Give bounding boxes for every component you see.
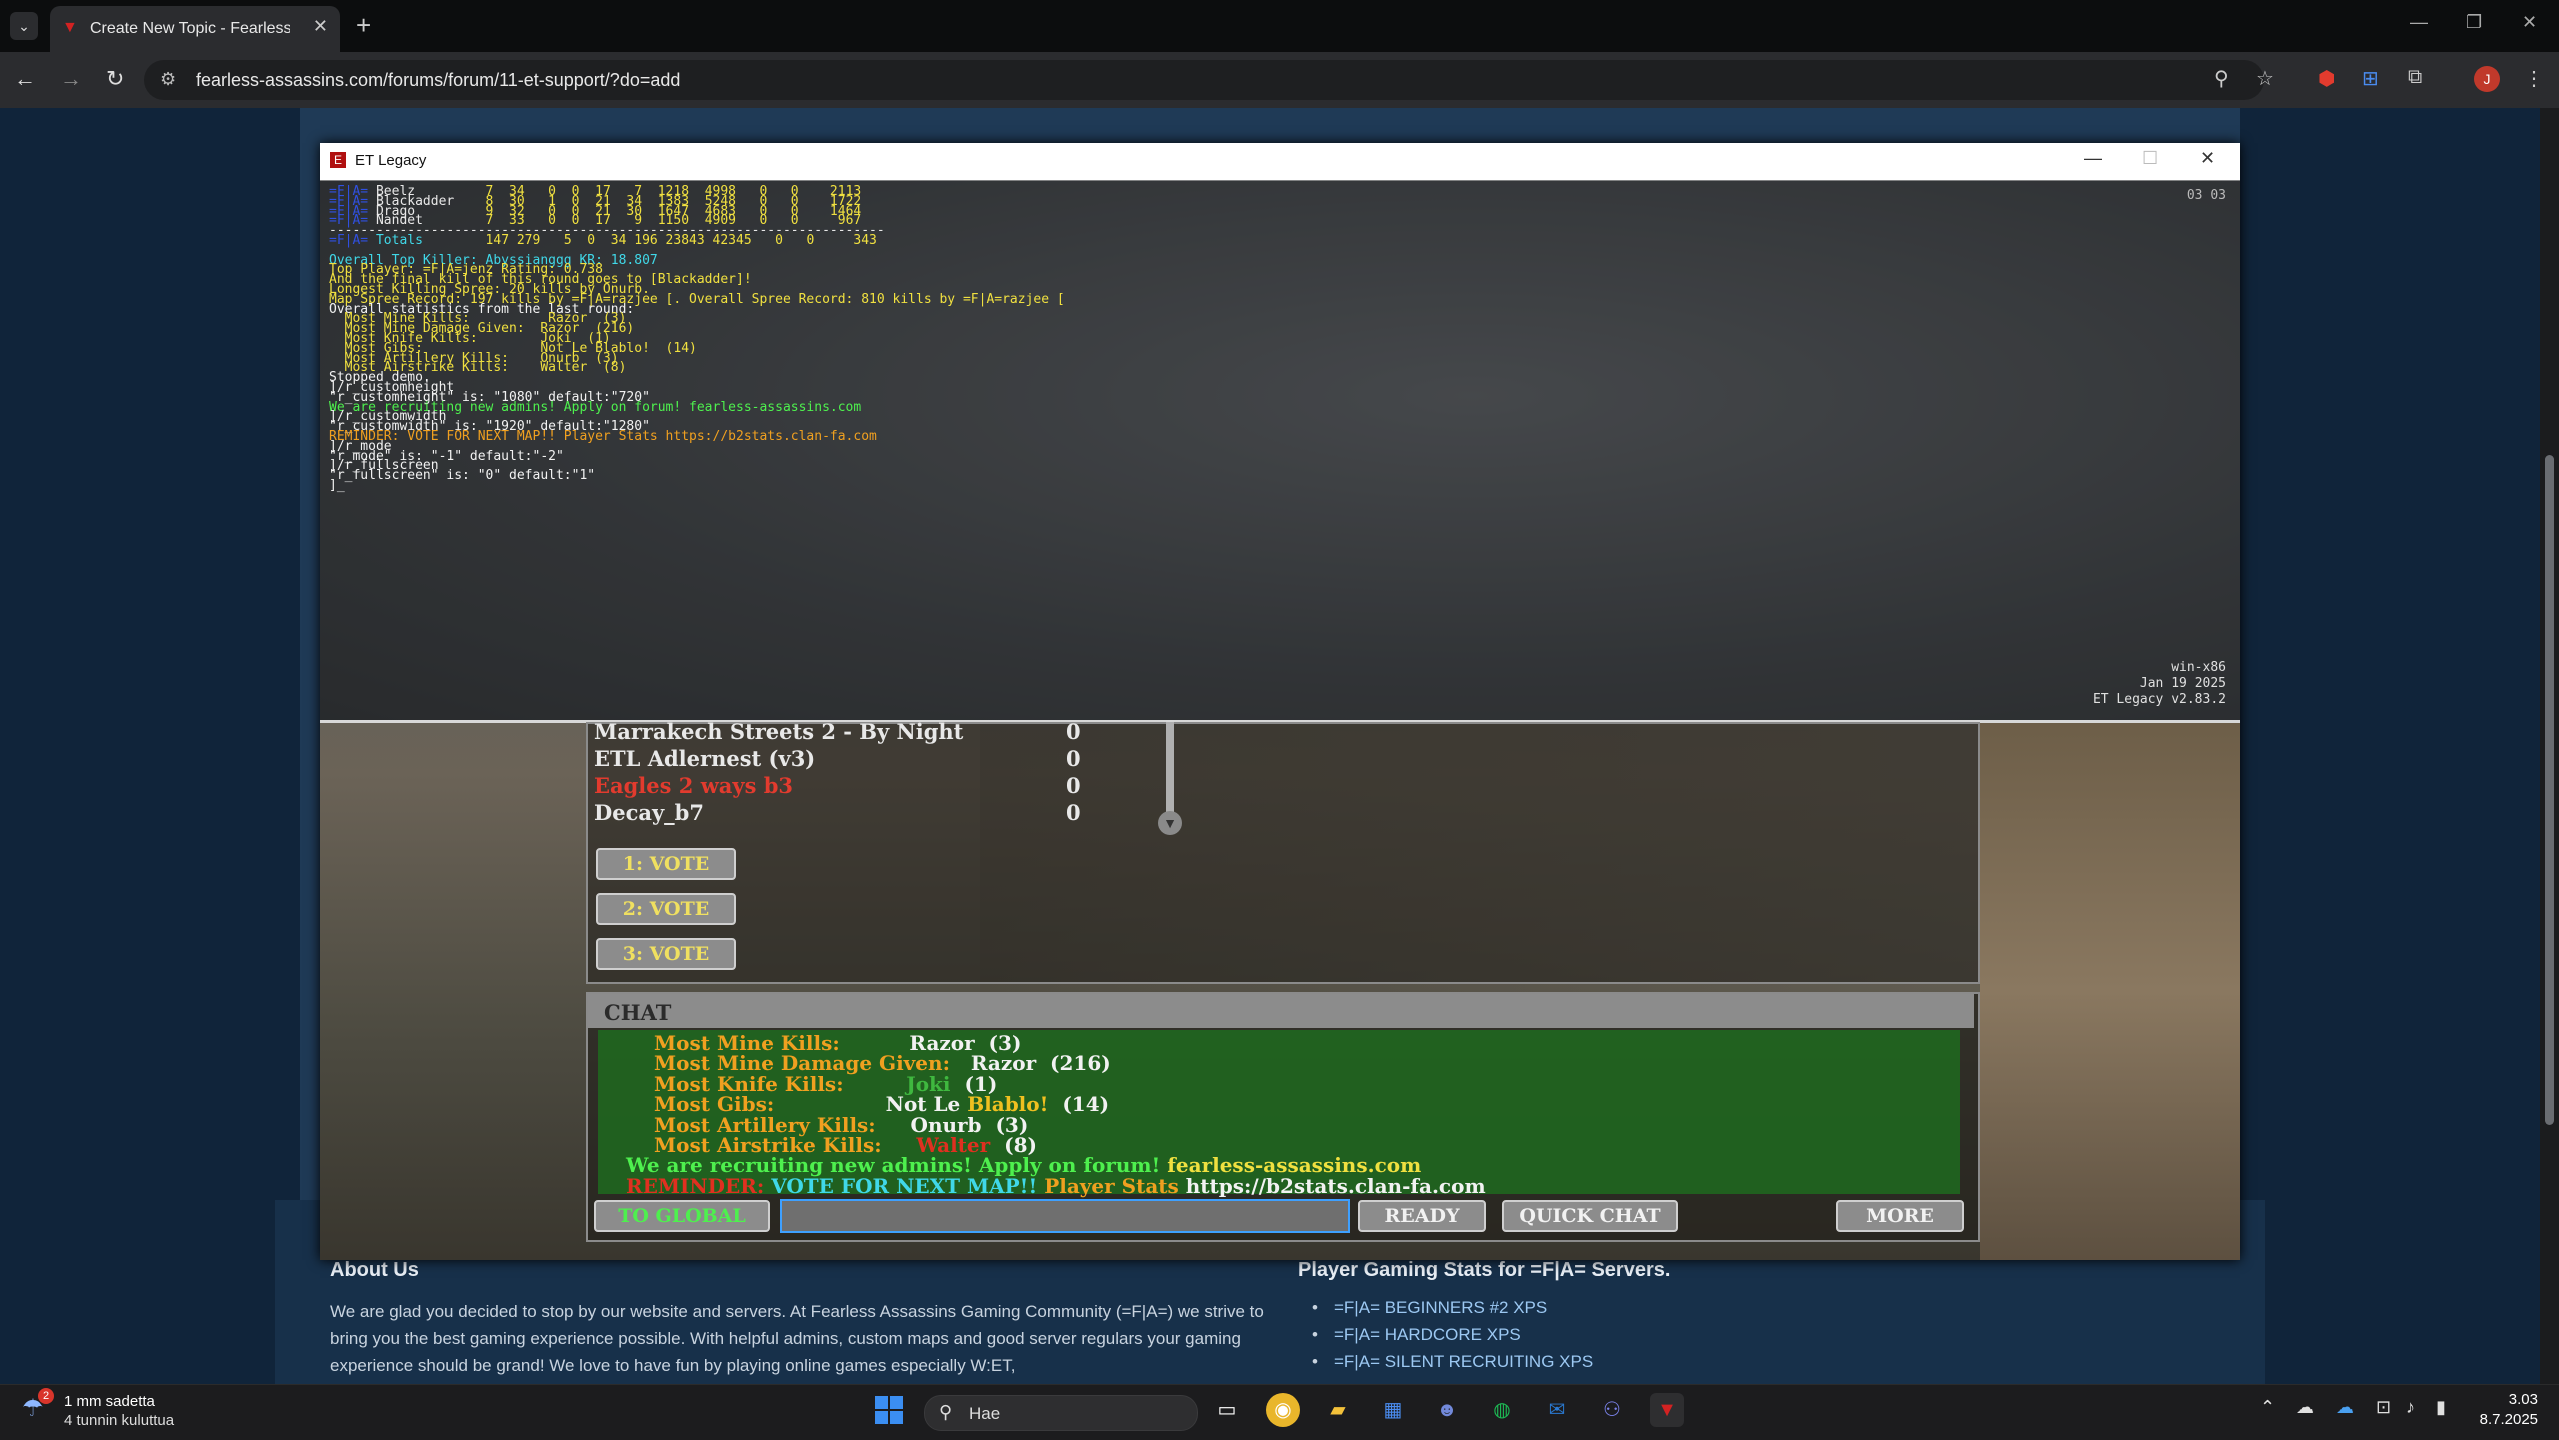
bullet: •: [1312, 1325, 1318, 1344]
map-list-scrollbar[interactable]: [1166, 722, 1174, 814]
profile-avatar[interactable]: J: [2474, 66, 2500, 92]
windows-start-icon[interactable]: [875, 1396, 905, 1426]
search-icon: ⚲: [939, 1402, 953, 1422]
game-maximize-icon[interactable]: ☐: [2142, 148, 2158, 169]
close-tab-icon[interactable]: ✕: [313, 16, 328, 37]
tab-title: Create New Topic - Fearless As: [90, 20, 290, 37]
bullet: •: [1312, 1298, 1318, 1317]
scoreboard-totals: =F|A= Totals 147 279 5 0 34 196 23843 42…: [329, 233, 877, 248]
browser-menu-icon[interactable]: ⋮: [2524, 66, 2544, 91]
console-line: ]_: [329, 478, 345, 493]
game-minimize-icon[interactable]: —: [2084, 148, 2102, 169]
to-global-button[interactable]: TO GLOBAL: [594, 1200, 770, 1232]
site-favicon-icon: ▼: [62, 19, 78, 36]
console-version: ET Legacy v2.83.2: [2092, 692, 2226, 707]
vote-button-3[interactable]: 3: VOTE: [596, 938, 736, 970]
extension-shield-icon[interactable]: ⬢: [2318, 66, 2335, 91]
map-name[interactable]: Eagles 2 ways b3: [594, 773, 793, 798]
url-text: fearless-assassins.com/forums/forum/11-e…: [196, 70, 681, 90]
game-titlebar: [320, 143, 2240, 181]
onedrive-blue-icon[interactable]: ☁: [2336, 1397, 2354, 1418]
bullet: •: [1312, 1352, 1318, 1371]
console-build-date: Jan 19 2025: [2139, 676, 2226, 691]
reload-icon[interactable]: ↻: [106, 66, 124, 92]
outlook-icon[interactable]: ✉: [1540, 1393, 1574, 1427]
quick-chat-button[interactable]: QUICK CHAT: [1502, 1200, 1678, 1232]
stats-link-beginners[interactable]: =F|A= BEGINNERS #2 XPS: [1334, 1298, 1547, 1318]
bookmark-star-icon[interactable]: ☆: [2256, 66, 2274, 91]
site-info-icon[interactable]: ⚙: [160, 69, 176, 90]
network-icon[interactable]: ⊡: [2376, 1397, 2391, 1418]
map-votes: 0: [1066, 719, 1081, 744]
map-name[interactable]: Decay_b7: [594, 800, 704, 825]
page-scrollbar-thumb[interactable]: [2545, 455, 2554, 1125]
map-votes: 0: [1066, 773, 1081, 798]
map-votes: 0: [1066, 746, 1081, 771]
stats-link-silent[interactable]: =F|A= SILENT RECRUITING XPS: [1334, 1352, 1593, 1372]
clock-time[interactable]: 3.03: [2482, 1391, 2538, 1408]
forward-icon[interactable]: →: [60, 66, 82, 92]
discord-icon[interactable]: ☻: [1430, 1393, 1464, 1427]
onedrive-icon[interactable]: ☁: [2296, 1397, 2314, 1418]
weather-badge: 2: [38, 1388, 54, 1404]
back-icon[interactable]: ←: [14, 66, 36, 92]
store-icon[interactable]: ▦: [1376, 1393, 1410, 1427]
tab-list-button[interactable]: ⌄: [10, 12, 38, 40]
clock-date[interactable]: 8.7.2025: [2470, 1411, 2538, 1428]
stats-link-hardcore[interactable]: =F|A= HARDCORE XPS: [1334, 1325, 1521, 1345]
teams-icon[interactable]: ⚇: [1595, 1393, 1629, 1427]
address-bar[interactable]: ⚙ fearless-assassins.com/forums/forum/11…: [144, 60, 2264, 100]
chat-label: CHAT: [604, 1000, 672, 1025]
more-button[interactable]: MORE: [1836, 1200, 1964, 1232]
battery-icon[interactable]: ▮: [2436, 1397, 2446, 1418]
browser-tab[interactable]: ▼ Create New Topic - Fearless As ✕: [50, 6, 340, 52]
chrome-icon[interactable]: ◉: [1266, 1393, 1300, 1427]
console-platform: win-x86: [2171, 660, 2226, 675]
spotify-icon[interactable]: ◍: [1485, 1393, 1519, 1427]
scroll-down-icon[interactable]: ▼: [1158, 811, 1182, 835]
weather-summary[interactable]: 1 mm sadetta: [64, 1393, 155, 1410]
about-us-text: We are glad you decided to stop by our w…: [330, 1302, 1264, 1375]
restore-icon[interactable]: ❐: [2466, 12, 2482, 33]
chat-header: [588, 994, 1974, 1028]
stats-heading: Player Gaming Stats for =F|A= Servers.: [1298, 1259, 1671, 1281]
volume-icon[interactable]: ♪: [2406, 1397, 2415, 1418]
et-legacy-taskbar-icon[interactable]: ▼: [1650, 1393, 1684, 1427]
new-tab-button[interactable]: +: [356, 10, 371, 41]
close-window-icon[interactable]: ✕: [2522, 12, 2537, 33]
taskbar-search[interactable]: ⚲ Hae: [924, 1395, 1198, 1431]
extensions-puzzle-icon[interactable]: ⧉: [2408, 66, 2422, 89]
console-clock: 03 03: [2186, 188, 2226, 203]
rock-cliff-scenery: [1980, 722, 2240, 1260]
vote-button-2[interactable]: 2: VOTE: [596, 893, 736, 925]
browser-tab-bar: [0, 0, 2559, 52]
map-name[interactable]: Marrakech Streets 2 - By Night: [594, 719, 963, 744]
console-line: REMINDER: VOTE FOR NEXT MAP!! Player Sta…: [329, 429, 877, 444]
game-window-title: ET Legacy: [355, 152, 427, 169]
zoom-icon[interactable]: ⚲: [2214, 66, 2229, 91]
minimize-icon[interactable]: —: [2410, 12, 2428, 33]
translate-icon[interactable]: ⊞: [2362, 66, 2379, 91]
file-explorer-icon[interactable]: ▰: [1321, 1393, 1355, 1427]
task-view-icon[interactable]: ▭: [1210, 1393, 1244, 1427]
game-close-icon[interactable]: ✕: [2200, 148, 2215, 169]
console-line: "r_fullscreen" is: "0" default:"1": [329, 468, 596, 484]
about-us-heading: About Us: [330, 1259, 419, 1281]
map-votes: 0: [1066, 800, 1081, 825]
vote-button-1[interactable]: 1: VOTE: [596, 848, 736, 880]
weather-detail[interactable]: 4 tunnin kuluttua: [64, 1412, 174, 1429]
search-label: Hae: [969, 1404, 1001, 1423]
map-name[interactable]: ETL Adlernest (v3): [594, 746, 815, 771]
chat-reminder-line: REMINDER: VOTE FOR NEXT MAP!! Player Sta…: [626, 1173, 1486, 1198]
game-console[interactable]: 03 03 win-x86 Jan 19 2025 ET Legacy v2.8…: [320, 180, 2240, 723]
et-legacy-icon: E: [330, 152, 346, 168]
ready-button[interactable]: READY: [1358, 1200, 1486, 1232]
chat-input[interactable]: [780, 1199, 1350, 1233]
tray-overflow-icon[interactable]: ⌃: [2260, 1397, 2275, 1418]
